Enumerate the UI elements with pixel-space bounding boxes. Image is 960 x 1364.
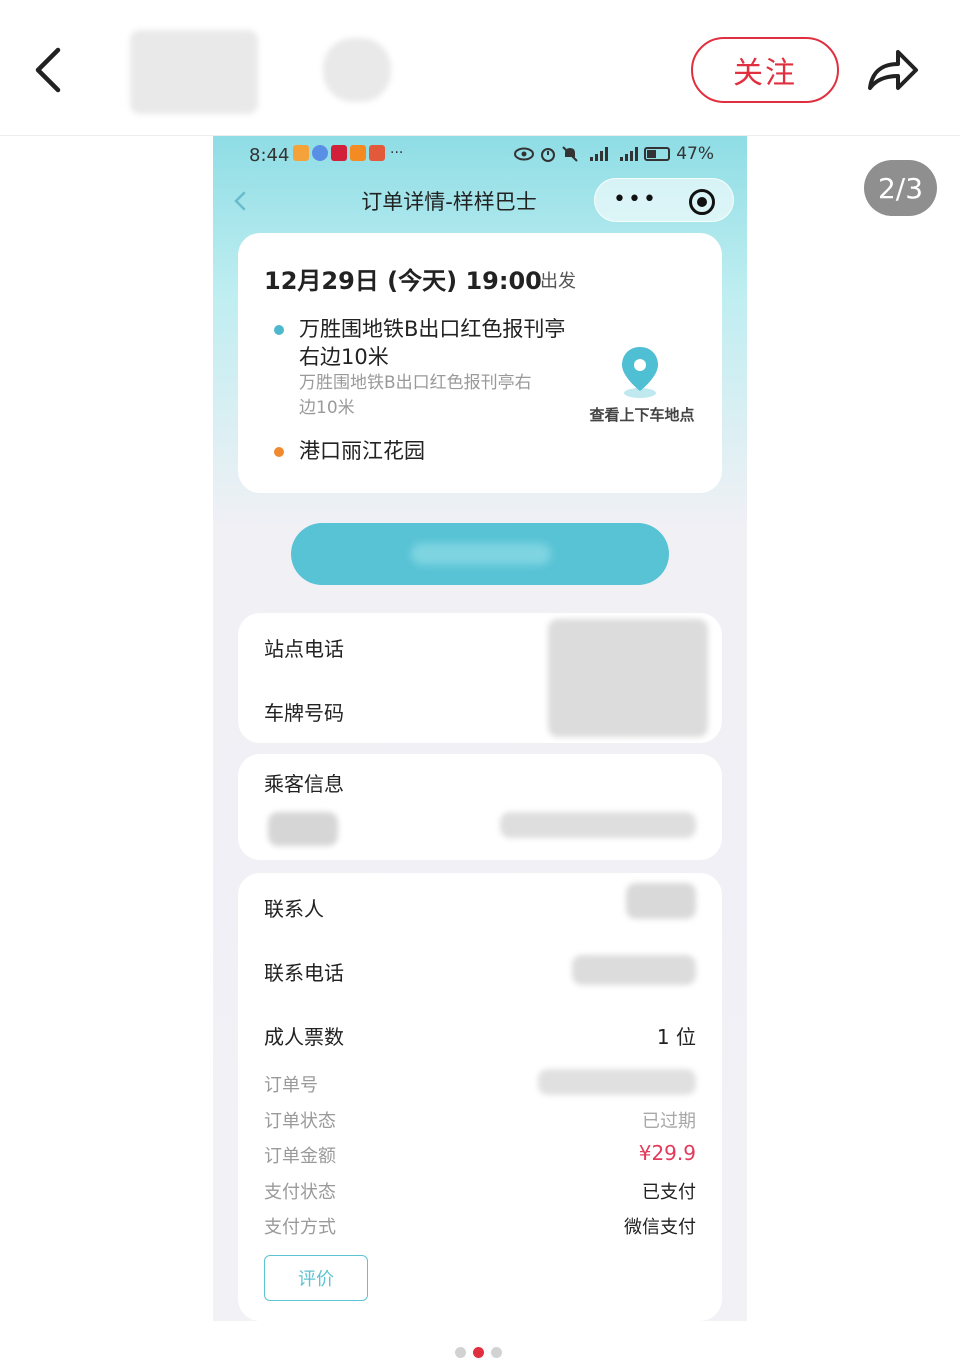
order-status-value: 已过期: [642, 1111, 696, 1132]
status-time: 8:44: [249, 145, 290, 166]
alarm-icon: [541, 148, 556, 162]
mini-program-nav-bar: 订单详情-样样巴士 •••: [213, 174, 747, 228]
pickup-name-line: 万胜围地铁B出口红色报刊亭: [299, 317, 566, 341]
order-amount-value: ¥29.9: [638, 1141, 696, 1165]
carousel-dot[interactable]: [473, 1347, 484, 1358]
order-status-label: 订单状态: [264, 1111, 336, 1132]
app-icon: [369, 145, 385, 161]
tmall-icon: [331, 145, 347, 161]
back-arrow-icon[interactable]: [30, 44, 70, 96]
blurred-contact-name: [626, 883, 696, 919]
more-icon[interactable]: •••: [613, 187, 658, 212]
location-pin-icon: [622, 347, 658, 398]
dropoff-dot-icon: [274, 447, 284, 457]
blurred-passenger-id: [500, 812, 696, 838]
payment-method-value: 微信支付: [624, 1217, 696, 1238]
nav-back-icon[interactable]: [229, 186, 249, 216]
eye-icon: [514, 147, 535, 161]
phone-status-bar: 8:44 ··· 47%: [213, 136, 747, 174]
payment-method-label: 支付方式: [264, 1217, 336, 1238]
pickup-dot-icon: [274, 325, 284, 335]
passenger-info-card: 乘客信息: [238, 754, 722, 860]
plate-number-label: 车牌号码: [264, 701, 344, 725]
battery-icon: [644, 147, 671, 161]
station-info-card: 站点电话 车牌号码: [238, 613, 722, 743]
primary-action-button[interactable]: [291, 523, 669, 585]
battery-percent: 47%: [676, 144, 714, 164]
order-number-label: 订单号: [264, 1075, 318, 1096]
carousel-dot[interactable]: [491, 1347, 502, 1358]
order-amount-label: 订单金额: [264, 1146, 336, 1167]
weibo-icon: [293, 145, 309, 161]
trip-date-time: 12月29日 (今天) 19:00: [264, 267, 542, 295]
order-screenshot: 8:44 ··· 47% 订单详情-样样巴士 ••• 12月29日 (今天) 1…: [213, 136, 747, 1321]
depart-label: 出发: [540, 271, 576, 292]
status-right-icons: 47%: [514, 144, 714, 164]
blurred-station-info: [548, 619, 708, 737]
review-button[interactable]: 评价: [264, 1255, 368, 1301]
share-icon[interactable]: [864, 44, 920, 96]
status-app-icons: ···: [293, 145, 403, 161]
carousel-dots: [455, 1347, 502, 1358]
close-program-icon[interactable]: [689, 189, 715, 215]
blurred-order-number: [538, 1069, 696, 1095]
pickup-detail: 万胜围地铁B出口红色报刊亭右 边10米: [299, 371, 532, 421]
image-page-counter: 2/3: [864, 160, 937, 216]
passenger-info-title: 乘客信息: [264, 772, 344, 796]
pickup-detail-line: 边10米: [299, 398, 355, 418]
payment-status-label: 支付状态: [264, 1182, 336, 1203]
pickup-detail-line: 万胜围地铁B出口红色报刊亭右: [299, 373, 532, 393]
follow-button[interactable]: 关注: [691, 37, 839, 103]
adult-tickets-value: 1 位: [656, 1025, 696, 1049]
pickup-name: 万胜围地铁B出口红色报刊亭 右边10米: [299, 315, 565, 371]
blurred-username: [323, 38, 391, 102]
contact-phone-label: 联系电话: [264, 961, 344, 985]
contact-name-label: 联系人: [264, 897, 324, 921]
adult-tickets-label: 成人票数: [264, 1025, 344, 1049]
status-ellipsis: ···: [390, 145, 404, 161]
mute-icon: [562, 146, 578, 162]
app-icon: [350, 145, 366, 161]
order-details-card: 联系人 联系电话 成人票数 1 位 订单号 订单状态 已过期 订单金额 ¥29.…: [238, 873, 722, 1321]
dropoff-name: 港口丽江花园: [299, 439, 425, 463]
station-phone-label: 站点电话: [264, 637, 344, 661]
app-top-bar: 关注: [0, 0, 960, 136]
app-icon: [312, 145, 328, 161]
signal-icon: [590, 147, 609, 161]
blurred-passenger-name: [268, 812, 338, 846]
mini-program-capsule: •••: [594, 178, 734, 222]
carousel-dot[interactable]: [455, 1347, 466, 1358]
pickup-name-line: 右边10米: [299, 345, 389, 369]
blurred-avatar: [130, 30, 258, 114]
view-stops-label: 查看上下车地点: [589, 406, 695, 424]
page-title: 订单详情-样样巴士: [361, 190, 537, 214]
blurred-contact-phone: [572, 955, 696, 985]
view-stops-map-link[interactable]: 查看上下车地点: [578, 343, 706, 433]
trip-card: 12月29日 (今天) 19:00 出发 万胜围地铁B出口红色报刊亭 右边10米…: [238, 233, 722, 493]
blurred-button-label: [411, 543, 551, 565]
signal-icon: [620, 147, 639, 161]
payment-status-value: 已支付: [642, 1182, 696, 1203]
